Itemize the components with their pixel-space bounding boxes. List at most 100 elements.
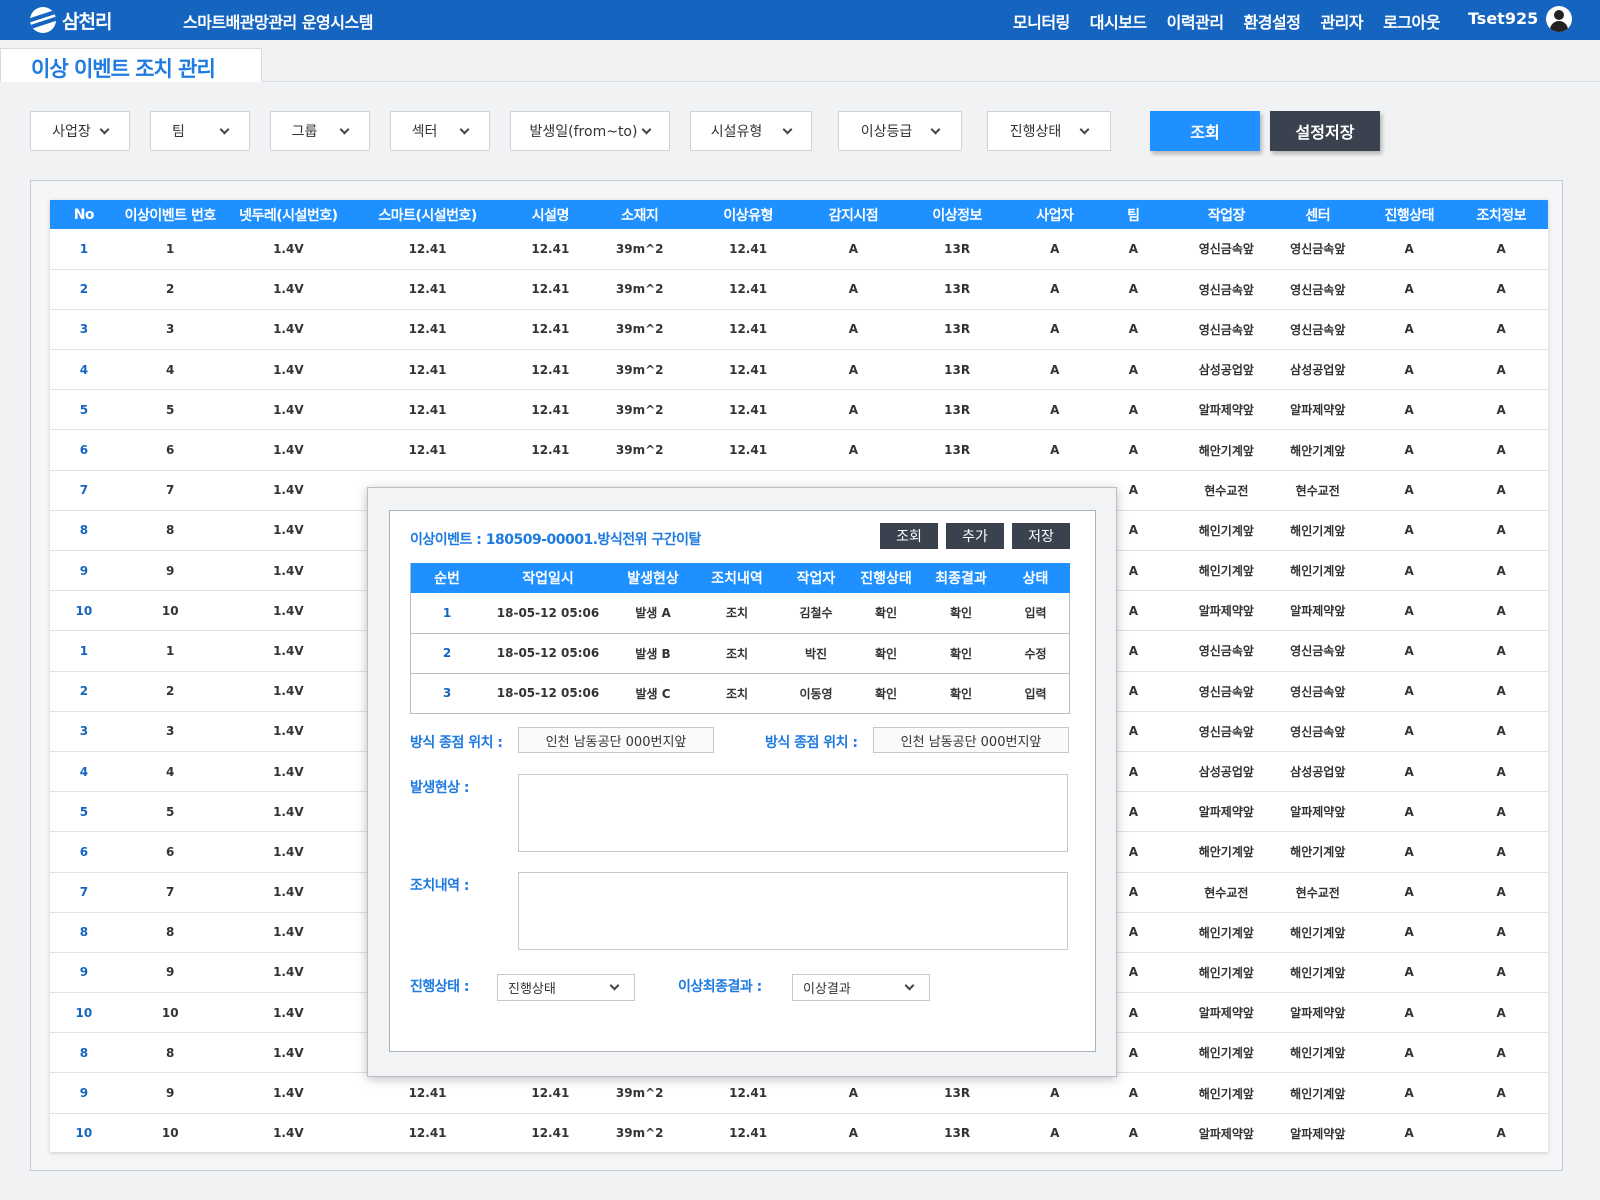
table-cell: 7 [117,470,223,511]
filter-team[interactable]: 팀 [150,111,250,151]
filter-label: 이상등급 [860,124,913,140]
table-cell: 알파제약앞 [1181,590,1272,632]
user-avatar-icon[interactable] [1546,6,1572,32]
modal-table-cell: 18-05-12 05:06 [483,593,613,634]
modal-column-header: 조치내역 [693,563,781,593]
table-cell: 3 [50,711,118,752]
table-cell: 12.41 [354,269,502,310]
table-cell: 12.41 [501,309,600,351]
table-cell: 1.4V [222,831,355,873]
table-cell: 영신금속앞 [1271,269,1364,310]
table-cell: 현수교전 [1271,872,1364,913]
modal-table-row[interactable]: 2 18-05-12 05:06 발생 B 조치 박진 확인 확인 수정 [411,633,1070,674]
system-title: 스마트배관망관리 운영시스템 [183,13,373,32]
table-row[interactable]: 1 1 1.4V 12.41 12.41 39m^2 12.41 A 13R A A 영신금속앞 영신금… [50,229,1548,270]
table-cell: 영신금속앞 [1181,711,1272,752]
filter-progress-status[interactable]: 진행상태 [987,111,1111,151]
search-button[interactable]: 조회 [1150,111,1260,151]
table-cell: 1.4V [222,711,355,752]
location-field-2[interactable]: 인천 남동공단 000번지앞 [873,727,1069,753]
table-cell: A [1454,952,1548,994]
table-cell: 8 [117,1032,223,1074]
chevron-down-icon [459,124,470,134]
filter-sector[interactable]: 섹터 [390,111,490,151]
table-row[interactable]: 9 9 1.4V 12.41 12.41 39m^2 12.41 A 13R A A 해인기계앞 해인기… [50,1072,1548,1114]
table-cell: 해인기계앞 [1181,510,1272,552]
column-header: 조치정보 [1454,200,1548,229]
nav-admin[interactable]: 관리자 [1320,9,1363,33]
modal-search-button[interactable]: 조회 [880,523,938,549]
table-cell: A [1364,1032,1455,1074]
table-cell: 해안기계앞 [1271,429,1364,471]
table-cell: 8 [50,912,118,953]
modal-table-row[interactable]: 3 18-05-12 05:06 발생 C 조치 이동영 확인 확인 입력 [411,673,1070,713]
modal-save-button[interactable]: 저장 [1012,523,1070,549]
table-cell: 12.41 [679,1072,817,1114]
table-cell: A [1023,1072,1086,1114]
final-result-select[interactable]: 이상결과 [792,974,930,1001]
modal-table-cell: 이동영 [799,686,833,701]
modal-add-button[interactable]: 추가 [946,523,1004,549]
modal-title: 이상이벤트 : 180509-00001.방식전위 구간이탈 [410,532,701,548]
filter-label: 팀 [172,124,185,140]
table-cell: 영신금속앞 [1181,671,1272,712]
modal-table-cell: 발생 B [613,633,693,674]
phenomenon-label: 발생현상 : [410,780,470,796]
table-cell: 9 [117,952,223,994]
table-cell: 8 [117,510,223,552]
table-cell: 13R [890,1072,1024,1114]
status-select-value: 진행상태 [508,982,556,997]
phenomenon-textarea[interactable] [518,774,1068,852]
filter-anomaly-grade[interactable]: 이상등급 [838,111,962,151]
filter-group[interactable]: 그룹 [270,111,370,151]
table-cell: A [1364,671,1455,712]
table-row[interactable]: 4 4 1.4V 12.41 12.41 39m^2 12.41 A 13R A A 삼성공업앞 삼성공… [50,349,1548,391]
table-cell: 해인기계앞 [1271,1072,1364,1114]
table-row[interactable]: 5 5 1.4V 12.41 12.41 39m^2 12.41 A 13R A A 알파제약앞 알파제… [50,389,1548,431]
user-name: Tset925 [1468,9,1539,28]
table-cell: A [1454,711,1548,752]
column-header: 감지시점 [816,200,891,229]
chevron-down-icon [904,980,915,991]
save-settings-button[interactable]: 설정저장 [1270,111,1380,151]
table-cell: A [816,429,891,471]
table-cell: 12.41 [354,229,502,270]
table-row[interactable]: 3 3 1.4V 12.41 12.41 39m^2 12.41 A 13R A A 영신금속앞 영신금… [50,309,1548,351]
table-cell: 10 [50,992,118,1034]
nav-settings[interactable]: 환경설정 [1244,9,1301,33]
table-cell: 12.41 [354,309,502,351]
action-textarea[interactable] [518,872,1068,950]
filter-date-range[interactable]: 발생일(from~to) [510,111,670,151]
table-cell: 39m^2 [599,309,680,351]
nav-monitoring[interactable]: 모니터링 [1013,9,1070,33]
modal-column-header: 순번 [411,563,483,593]
filter-business-site[interactable]: 사업장 [30,111,130,151]
table-cell: 1.4V [222,229,355,270]
table-cell: 3 [117,309,223,351]
chevron-down-icon [1079,124,1090,134]
table-cell: 영신금속앞 [1271,630,1364,672]
nav-history[interactable]: 이력관리 [1167,9,1224,33]
table-row[interactable]: 10 10 1.4V 12.41 12.41 39m^2 12.41 A 13R A A 알파제약앞 알… [50,1113,1548,1152]
modal-table-cell: 확인 [851,633,921,674]
filter-facility-type[interactable]: 시설유형 [690,111,812,151]
table-cell: 39m^2 [599,1072,680,1114]
table-row[interactable]: 6 6 1.4V 12.41 12.41 39m^2 12.41 A 13R A A 해안기계앞 해안기… [50,429,1548,471]
modal-table-cell: 조치 [693,593,781,634]
table-row[interactable]: 2 2 1.4V 12.41 12.41 39m^2 12.41 A 13R A A 영신금속앞 영신금… [50,269,1548,310]
event-action-modal: 이상이벤트 : 180509-00001.방식전위 구간이탈 조회 추가 저장 … [389,510,1096,1052]
table-cell: 6 [117,831,223,873]
nav-logout[interactable]: 로그아웃 [1383,9,1440,33]
modal-table-cell: 수정 [1001,633,1070,674]
table-cell: 13R [890,429,1024,471]
logo[interactable]: 삼천리 [30,5,112,35]
table-cell: 삼성공업앞 [1271,751,1364,793]
table-cell: 12.41 [354,389,502,431]
table-cell: 해인기계앞 [1271,550,1364,592]
table-cell: A [1364,1072,1455,1114]
location-field-1[interactable]: 인천 남동공단 000번지앞 [518,727,714,753]
nav-dashboard[interactable]: 대시보드 [1090,9,1147,33]
status-select[interactable]: 진행상태 [497,974,635,1001]
filter-label: 사업장 [52,124,91,140]
modal-table-row[interactable]: 1 18-05-12 05:06 발생 A 조치 김철수 확인 확인 입력 [411,593,1070,634]
